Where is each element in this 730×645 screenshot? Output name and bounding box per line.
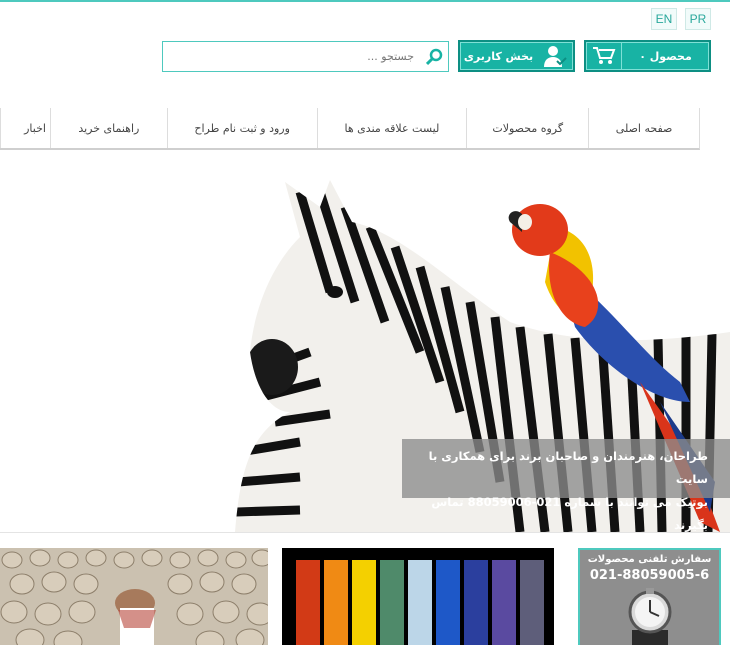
search-input[interactable] xyxy=(163,42,422,71)
cart-icon xyxy=(586,42,622,70)
cart-button[interactable]: ۰ محصول xyxy=(584,40,711,72)
page: EN PR ۰ محصول بخش کاربری جستجو ... صفحه … xyxy=(0,0,730,645)
nav-item-shopping-guide[interactable]: راهنمای خرید xyxy=(49,108,167,148)
nav-item-wishlist[interactable]: لیست علاقه مندی ها xyxy=(316,108,467,148)
nav-item-product-groups[interactable]: گروه محصولات xyxy=(466,108,588,148)
nav-item-designer-login[interactable]: ورود و ثبت نام طراح xyxy=(166,108,317,148)
hero-caption: طراحان، هنرمندان و صاحبان برند برای همکا… xyxy=(402,439,730,532)
user-icon xyxy=(537,42,573,70)
thumb-color-swatches[interactable] xyxy=(282,548,554,645)
search-icon[interactable] xyxy=(422,42,448,71)
thumb-pottery[interactable] xyxy=(0,548,268,645)
phone-order-box[interactable]: سفارش تلفنی محصولات 021-88059005-6 xyxy=(578,548,721,645)
user-area-button[interactable]: بخش کاربری xyxy=(458,40,575,72)
cart-label: ۰ محصول xyxy=(639,49,692,63)
main-nav: صفحه اصلی گروه محصولات لیست علاقه مندی ه… xyxy=(0,108,700,150)
user-area-label: بخش کاربری xyxy=(463,49,534,63)
nav-item-news[interactable]: اخبار xyxy=(0,108,50,148)
hero-caption-line1: طراحان، هنرمندان و صاحبان برند برای همکا… xyxy=(428,449,708,486)
color-swatches-image xyxy=(282,548,554,645)
lang-en-button[interactable]: EN xyxy=(651,8,677,30)
pottery-image xyxy=(0,548,268,645)
watch-image xyxy=(628,588,672,645)
lang-pr-button[interactable]: PR xyxy=(685,8,711,30)
nav-item-home[interactable]: صفحه اصلی xyxy=(588,108,699,148)
hero-caption-line2: بوتیک می توانند با شماره 021-88059006 تم… xyxy=(431,495,708,532)
search-box xyxy=(162,41,449,72)
